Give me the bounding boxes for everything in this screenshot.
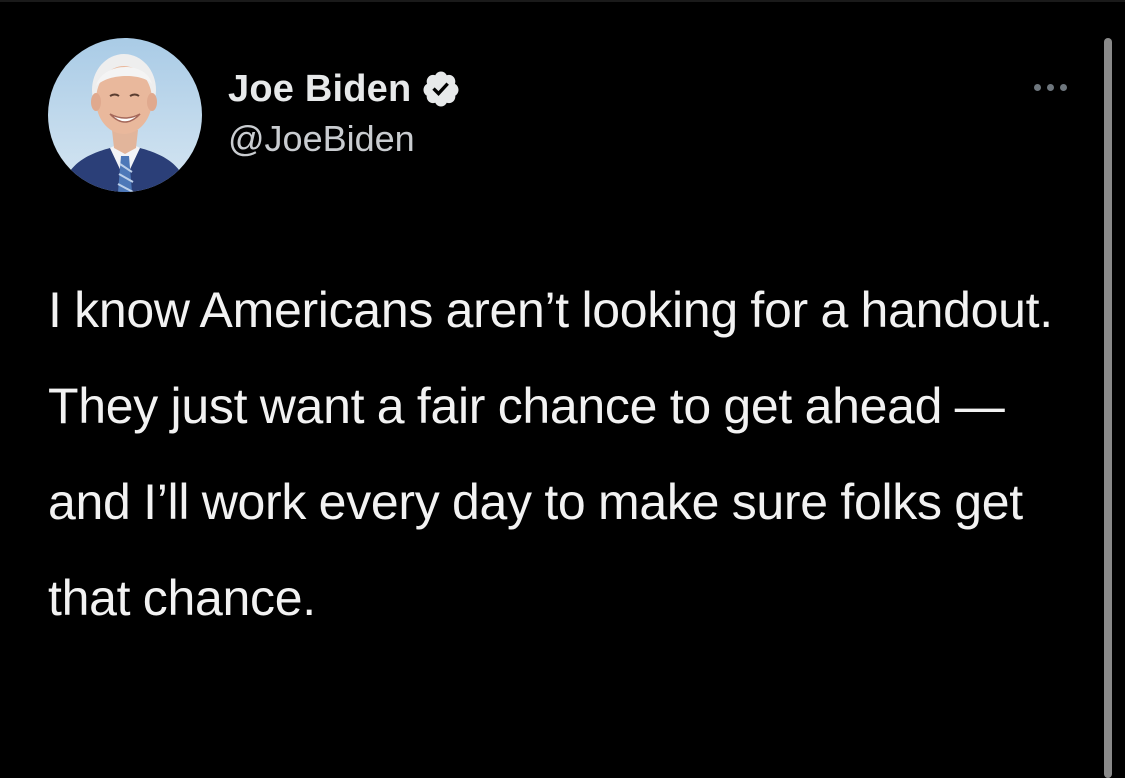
more-options-button[interactable] — [1024, 74, 1076, 100]
avatar[interactable] — [48, 38, 202, 192]
tweet-text: I know Americans aren’t looking for a ha… — [48, 282, 1053, 626]
divider — [0, 0, 1125, 2]
scrollbar[interactable] — [1104, 38, 1112, 778]
more-horizontal-icon — [1046, 83, 1054, 91]
author-name-row[interactable]: Joe Biden — [228, 64, 461, 114]
more-horizontal-icon — [1033, 83, 1041, 91]
more-horizontal-icon — [1059, 83, 1067, 91]
author-handle[interactable]: @JoeBiden — [228, 118, 415, 160]
display-name[interactable]: Joe Biden — [228, 68, 411, 111]
verified-badge-icon — [421, 69, 461, 109]
tweet-card: Joe Biden @JoeBiden I know Americans are… — [0, 0, 1125, 778]
portrait-avatar-icon — [48, 38, 202, 192]
